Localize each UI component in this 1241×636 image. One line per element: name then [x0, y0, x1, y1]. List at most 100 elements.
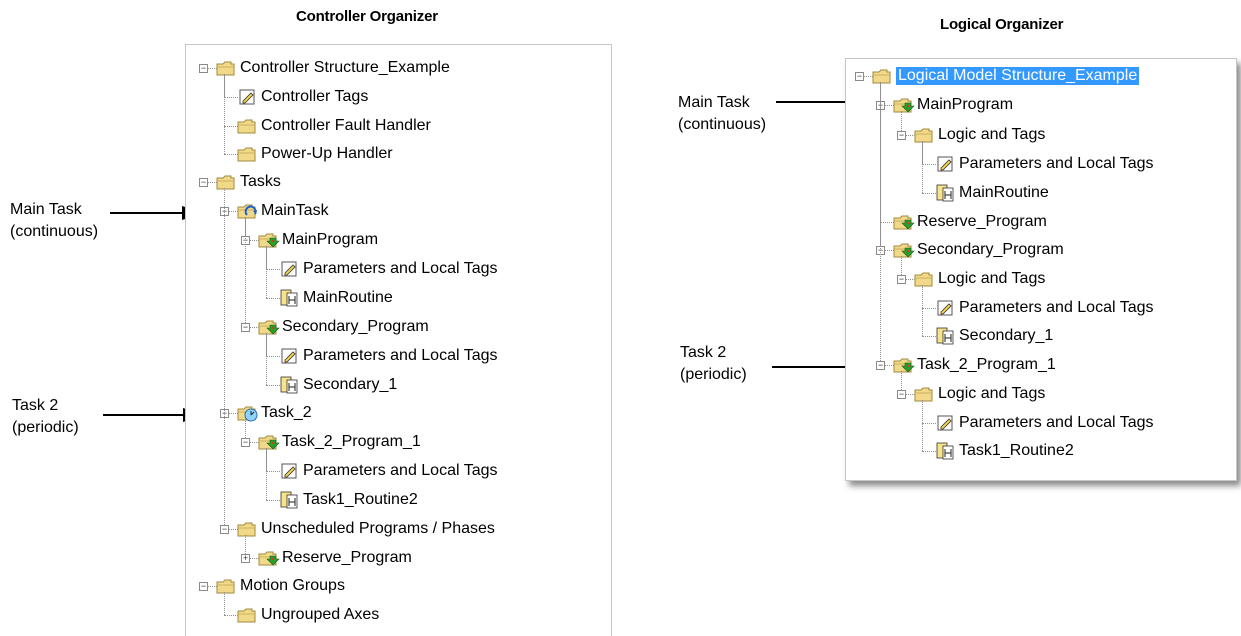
tree-node[interactable]: MainRoutine: [935, 179, 1049, 207]
routine-icon: [279, 491, 299, 509]
program-icon: [258, 433, 280, 451]
tree-node[interactable]: MainRoutine: [279, 284, 393, 312]
tree-node-label: Unscheduled Programs / Phases: [261, 520, 495, 537]
tree-node[interactable]: Parameters and Local Tags: [935, 294, 1153, 322]
tree-node[interactable]: Task1_Routine2: [935, 437, 1074, 465]
annotation-main-task-logical: Main Task (continuous): [678, 94, 767, 133]
folder-icon: [872, 67, 892, 85]
tree-node-label: Logical Model Structure_Example: [896, 67, 1140, 85]
tree-connector: [922, 400, 923, 451]
tree-connector: [266, 269, 280, 270]
collapse-node-button[interactable]: −: [855, 72, 864, 81]
tree-node-label: Task1_Routine2: [959, 442, 1074, 459]
collapse-node-button[interactable]: −: [199, 582, 208, 591]
tree-node[interactable]: Logical Model Structure_Example: [872, 62, 1140, 90]
tree-node[interactable]: Reserve_Program: [258, 544, 412, 572]
tree-node-label: Reserve_Program: [917, 213, 1047, 230]
tree-node[interactable]: MainProgram: [893, 91, 1013, 119]
tree-node-label: Task1_Routine2: [303, 491, 418, 508]
folder-icon: [237, 520, 257, 538]
tree-node[interactable]: MainTask: [237, 197, 329, 225]
expand-node-button[interactable]: +: [241, 554, 250, 563]
collapse-node-button[interactable]: −: [897, 390, 906, 399]
collapse-node-button[interactable]: −: [241, 323, 250, 332]
tree-node[interactable]: Logic and Tags: [914, 121, 1045, 149]
tree-node[interactable]: Parameters and Local Tags: [279, 342, 497, 370]
tree-node[interactable]: Ungrouped Axes: [237, 601, 379, 629]
program-icon: [893, 356, 915, 374]
tree-node[interactable]: Logic and Tags: [914, 265, 1045, 293]
tree-connector: [266, 298, 280, 299]
tree-connector: [922, 285, 923, 336]
tree-node[interactable]: Unscheduled Programs / Phases: [237, 515, 495, 543]
controller-organizer-tree[interactable]: − Controller Structure_Example Controller …: [185, 44, 612, 636]
tree-node-label: Secondary_Program: [917, 241, 1064, 258]
tree-node[interactable]: Motion Groups: [216, 572, 345, 600]
tree-node[interactable]: Controller Structure_Example: [216, 54, 450, 82]
tree-node[interactable]: Reserve_Program: [893, 208, 1047, 236]
tree-node-label: Secondary_1: [303, 376, 398, 393]
tree-node-label: Parameters and Local Tags: [959, 414, 1154, 431]
tree-connector: [922, 423, 936, 424]
tree-node[interactable]: Task_2_Program_1: [893, 351, 1056, 379]
tree-node[interactable]: Secondary_Program: [258, 313, 429, 341]
tree-node[interactable]: Power-Up Handler: [237, 140, 393, 168]
tags-icon: [279, 260, 299, 278]
tree-node-label: Logic and Tags: [938, 126, 1046, 143]
tree-node[interactable]: Parameters and Local Tags: [935, 409, 1153, 437]
logical-organizer-tree[interactable]: − Logical Model Structure_Example − MainPro…: [845, 58, 1237, 481]
tree-node[interactable]: Controller Fault Handler: [237, 112, 431, 140]
tags-icon: [935, 155, 955, 173]
tree-node[interactable]: Tasks: [216, 168, 281, 196]
periodic-task-icon: [237, 404, 258, 422]
tree-connector: [266, 471, 280, 472]
collapse-node-button[interactable]: −: [897, 275, 906, 284]
tree-node-label: Task_2_Program_1: [282, 433, 421, 450]
tree-node[interactable]: Controller Tags: [237, 83, 368, 111]
tree-node[interactable]: Logic and Tags: [914, 380, 1045, 408]
routine-icon: [935, 327, 955, 345]
tags-icon: [237, 88, 257, 106]
folder-icon: [216, 173, 236, 191]
logical-organizer-heading: Logical Organizer: [940, 16, 1064, 33]
tree-node-label: MainProgram: [282, 231, 379, 248]
tree-connector: [224, 97, 238, 98]
program-icon: [258, 231, 280, 249]
tree-connector: [224, 592, 225, 615]
tree-node-label: Parameters and Local Tags: [959, 155, 1154, 172]
tree-node[interactable]: Secondary_1: [279, 371, 397, 399]
collapse-node-button[interactable]: −: [199, 178, 208, 187]
tree-connector: [880, 82, 881, 365]
collapse-node-button[interactable]: −: [897, 131, 906, 140]
tree-node[interactable]: Parameters and Local Tags: [279, 457, 497, 485]
folder-icon: [216, 59, 236, 77]
tree-connector: [922, 193, 936, 194]
program-icon: [893, 96, 915, 114]
tree-node[interactable]: Parameters and Local Tags: [279, 255, 497, 283]
collapse-node-button[interactable]: −: [199, 64, 208, 73]
annotation-task-2-logical: Task 2 (periodic): [680, 344, 747, 383]
collapse-node-button[interactable]: −: [220, 525, 229, 534]
tree-node[interactable]: MainProgram: [258, 226, 378, 254]
tree-node-label: Parameters and Local Tags: [959, 299, 1154, 316]
tree-node[interactable]: Secondary_1: [935, 322, 1053, 350]
program-icon: [258, 549, 280, 567]
tree-node-label: MainProgram: [917, 96, 1014, 113]
tree-node-label: Task_2_Program_1: [917, 356, 1056, 373]
tags-icon: [935, 299, 955, 317]
annotation-task-2: Task 2 (periodic): [12, 397, 79, 436]
tree-node[interactable]: Secondary_Program: [893, 236, 1064, 264]
tree-node-label: Parameters and Local Tags: [303, 347, 498, 364]
tree-node[interactable]: Task_2: [237, 399, 312, 427]
collapse-node-button[interactable]: −: [241, 438, 250, 447]
tree-node-label: Motion Groups: [240, 577, 345, 594]
tree-node[interactable]: Task1_Routine2: [279, 486, 418, 514]
tree-connector: [922, 141, 923, 193]
tree-node[interactable]: Task_2_Program_1: [258, 428, 421, 456]
program-icon: [893, 241, 915, 259]
collapse-node-button[interactable]: −: [876, 361, 885, 370]
tags-icon: [279, 347, 299, 365]
tree-node-label: Reserve_Program: [282, 549, 412, 566]
tree-node[interactable]: Parameters and Local Tags: [935, 150, 1153, 178]
tree-node-label: Power-Up Handler: [261, 145, 393, 162]
